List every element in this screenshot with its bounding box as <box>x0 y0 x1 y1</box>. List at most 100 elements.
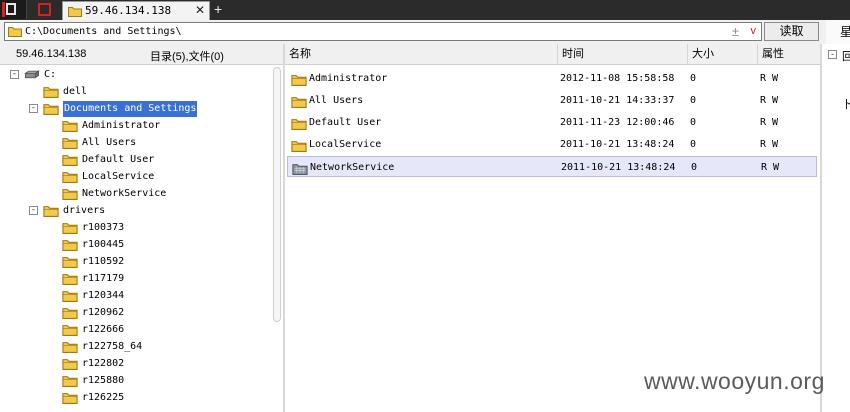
tree-node-label: r117179 <box>82 273 125 284</box>
row-time: 2011-11-23 12:00:46 <box>560 117 675 128</box>
file-row[interactable]: LocalService 2011-10-21 13:48:24 0 R W <box>287 134 817 155</box>
col-size-header[interactable]: 大小 <box>687 44 757 64</box>
scrollbar-thumb[interactable] <box>273 67 281 322</box>
tree-node[interactable]: r120962 <box>0 305 270 321</box>
row-size: 0 <box>690 95 697 106</box>
record-button[interactable] <box>32 0 58 19</box>
tree-node-label: All Users <box>82 137 137 148</box>
chevron-down-icon[interactable]: v <box>751 23 757 40</box>
plus-minus-icon[interactable]: ± <box>732 23 739 40</box>
tree-node[interactable]: - C: <box>0 67 270 83</box>
row-time: 2011-10-21 13:48:24 <box>561 162 676 173</box>
col-time-header[interactable]: 时间 <box>557 44 687 64</box>
tree-node[interactable]: r120344 <box>0 288 270 304</box>
tree-node-label: r100373 <box>82 222 125 233</box>
tree-node[interactable]: r122758_64 <box>0 339 270 355</box>
tree-node-label: r110592 <box>82 256 125 267</box>
tree-node[interactable]: - Documents and Settings <box>0 101 270 117</box>
tree-node[interactable]: dell <box>0 84 270 100</box>
window-icon <box>6 3 16 15</box>
tree-node[interactable]: r110592 <box>0 254 270 270</box>
row-name: Administrator <box>309 73 388 84</box>
side-panel: - 回 卜 <box>822 44 850 412</box>
tree-node-label: r100445 <box>82 239 125 250</box>
row-attr: R W <box>760 139 779 150</box>
tab-bar: 59.46.134.138 ✕ + <box>0 0 850 20</box>
red-square-icon <box>38 3 51 16</box>
row-size: 0 <box>690 139 697 150</box>
folder-icon <box>68 7 82 17</box>
tree-node[interactable]: Default User <box>0 152 270 168</box>
list-header: 名称 时间 大小 属性 <box>285 44 820 65</box>
tree-node[interactable]: NetworkService <box>0 186 270 202</box>
side-glyph-mid: 卜 <box>842 99 850 111</box>
collapse-toggle-icon[interactable]: - <box>29 104 38 113</box>
tree-node-label: r125880 <box>82 375 125 386</box>
file-list: Administrator 2012-11-08 15:58:58 0 R W All … <box>285 65 820 412</box>
address-bar-row: ± v 读取 星 <box>0 20 850 45</box>
collapse-icon[interactable]: - <box>828 50 837 59</box>
tree-node-label: Documents and Settings <box>63 101 198 117</box>
tab-host[interactable]: 59.46.134.138 ✕ <box>62 1 210 20</box>
read-button[interactable]: 读取 <box>764 22 819 41</box>
row-attr: R W <box>760 117 779 128</box>
host-label: 59.46.134.138 <box>16 48 87 60</box>
tree-node-label: drivers <box>63 205 106 216</box>
tree-node-label: r120962 <box>82 307 125 318</box>
tree-scrollbar[interactable] <box>271 65 283 412</box>
tree-node[interactable]: r100373 <box>0 220 270 236</box>
new-tab-button[interactable]: + <box>214 0 222 19</box>
tree-node-label: Default User <box>82 154 155 165</box>
red-bar-icon <box>2 2 5 17</box>
file-row[interactable]: Administrator 2012-11-08 15:58:58 0 R W <box>287 68 817 89</box>
collapse-toggle-icon[interactable]: - <box>29 206 38 215</box>
row-time: 2011-10-21 14:33:37 <box>560 95 675 106</box>
tree-node[interactable]: r100445 <box>0 237 270 253</box>
row-size: 0 <box>690 117 697 128</box>
dir-file-counts: 目录(5),文件(0) <box>150 51 224 63</box>
file-row[interactable]: Default User 2011-11-23 12:00:46 0 R W <box>287 112 817 133</box>
tree-node[interactable]: r126225 <box>0 390 270 406</box>
tree-node-label: r122758_64 <box>82 341 143 352</box>
col-attr-header[interactable]: 属性 <box>757 44 820 64</box>
tree-node-label: C: <box>44 69 57 80</box>
col-name-header[interactable]: 名称 <box>285 44 557 64</box>
folder-icon <box>62 392 78 410</box>
tree-node-label: LocalService <box>82 171 155 182</box>
tree-node-label: r120344 <box>82 290 125 301</box>
row-attr: R W <box>760 73 779 84</box>
address-box: ± v <box>4 22 762 41</box>
row-name: LocalService <box>309 139 382 150</box>
collapse-toggle-icon[interactable]: - <box>10 70 19 79</box>
tree-node[interactable]: r122802 <box>0 356 270 372</box>
tree-node[interactable]: LocalService <box>0 169 270 185</box>
row-name: Default User <box>309 117 382 128</box>
tree-node[interactable]: Administrator <box>0 118 270 134</box>
side-glyph-top: 回 <box>842 51 850 63</box>
row-name: All Users <box>309 95 364 106</box>
tree-node[interactable]: r122666 <box>0 322 270 338</box>
file-row[interactable]: NetworkService 2011-10-21 13:48:24 0 R W <box>287 156 817 177</box>
folder-icon <box>8 27 22 37</box>
extra-button[interactable]: 星 <box>826 20 850 44</box>
tree-node[interactable]: - drivers <box>0 203 270 219</box>
row-name: NetworkService <box>310 162 395 173</box>
app-menu-button[interactable] <box>0 0 27 19</box>
row-time: 2012-11-08 15:58:58 <box>560 73 675 84</box>
close-icon[interactable]: ✕ <box>195 3 205 17</box>
tree-node[interactable]: r117179 <box>0 271 270 287</box>
tree-node-label: r122666 <box>82 324 125 335</box>
path-input[interactable] <box>25 24 715 39</box>
folder-tree: - C: dell - Documents and Settings Administra… <box>0 65 270 412</box>
tree-node[interactable]: All Users <box>0 135 270 151</box>
tree-header: 59.46.134.138 目录(5),文件(0) <box>0 44 283 65</box>
tree-node-label: dell <box>63 86 88 97</box>
row-time: 2011-10-21 13:48:24 <box>560 139 675 150</box>
file-row[interactable]: All Users 2011-10-21 14:33:37 0 R W <box>287 90 817 111</box>
tree-node-label: Administrator <box>82 120 161 131</box>
row-size: 0 <box>690 73 697 84</box>
tree-node-label: r122802 <box>82 358 125 369</box>
tree-node[interactable]: r125880 <box>0 373 270 389</box>
row-attr: R W <box>761 162 780 173</box>
network-folder-icon <box>292 162 308 183</box>
